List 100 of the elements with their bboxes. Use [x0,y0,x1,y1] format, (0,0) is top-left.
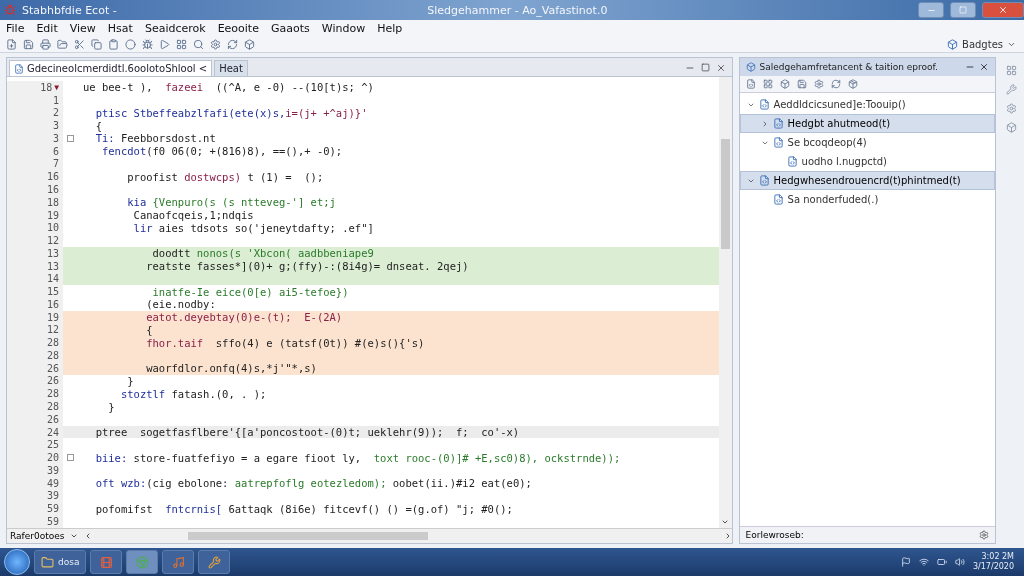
maximize-icon[interactable] [700,63,710,72]
folder-icon[interactable] [57,38,68,50]
code-line: doodtt nonos(s 'Xbcon( aadbbeniape9 [151,247,374,260]
code-line: proofist dostwcps) t (1) = (); [126,170,324,183]
app-icon [4,4,16,16]
battery-icon[interactable] [936,557,947,567]
circle-icon[interactable] [125,38,136,50]
line-number: 14 [46,273,59,285]
fold-icon[interactable] [66,134,74,142]
menu-item[interactable]: Help [377,21,403,35]
close-icon[interactable] [715,63,726,73]
tree-item[interactable]: Aeddldcicsuned]e:Toouip() [739,95,996,114]
search-icon[interactable] [193,38,204,50]
refresh-icon[interactable] [227,38,238,50]
refresh-icon[interactable] [830,79,841,89]
settings-icon[interactable] [979,530,990,540]
file-icon [758,175,770,186]
box-icon[interactable] [244,38,255,50]
box-icon[interactable] [779,79,790,89]
tree-label: Hedgbt ahutmeod(t) [787,118,891,129]
menu-item[interactable]: Seaidcerok [144,21,206,35]
taskbar-button[interactable] [198,550,231,574]
line-number: 18 [40,81,53,93]
line-number: 59 [46,503,59,515]
scrollbar-thumb[interactable] [188,532,429,540]
save-icon[interactable] [796,79,807,89]
grid-icon[interactable] [176,38,187,50]
editor-tab[interactable]: Heat [214,60,248,76]
line-number: 20 [46,452,59,464]
tree-label: uodho l.nugpctd) [801,156,887,167]
breadcrumb-label[interactable]: Rafer0otoes [10,531,65,541]
line-number: 26 [46,362,59,374]
tree-item[interactable]: Hedgbt ahutmeod(t) [739,114,996,133]
panel-title: Saledgehamfretancent & taition eproof. [759,62,938,72]
taskbar-button[interactable]: dosa [34,550,87,574]
file-icon [786,156,798,167]
scroll-down-icon[interactable] [721,518,730,526]
grid-icon[interactable] [1005,65,1017,76]
flag-icon[interactable] [900,557,911,567]
settings-icon[interactable] [1005,103,1017,114]
new-file-icon[interactable] [6,38,17,50]
file-icon[interactable] [745,79,756,89]
film-icon [99,555,113,569]
menu-item[interactable]: File [6,21,25,35]
vertical-scrollbar[interactable] [718,77,732,528]
menu-item[interactable]: Eeooite [217,21,259,35]
line-number: 28 [46,388,59,400]
speaker-icon[interactable] [954,557,965,567]
menu-item[interactable]: Edit [36,21,58,35]
dropdown-icon[interactable] [70,532,79,540]
tree-item[interactable]: Sa nonderfuded(.) [739,190,996,209]
print-icon[interactable] [40,38,51,50]
perspective-button[interactable]: Badgtes [945,38,1018,50]
clock[interactable]: 3:02 2M 3/17/2020 [972,552,1014,572]
menu-item[interactable]: Gaaots [270,21,310,35]
taskbar-button[interactable] [126,550,159,574]
code-line: } [126,375,134,387]
paste-icon[interactable] [108,38,119,50]
marker-icon: ▼ [54,82,59,92]
bug-icon[interactable] [142,38,153,50]
file-icon [758,99,770,110]
settings-icon[interactable] [210,38,221,50]
close-icon[interactable] [979,62,990,72]
line-number: 16 [46,184,59,195]
maximize-button[interactable] [950,2,976,18]
editor-tab[interactable]: Gdecineolcmerdidtl.6oolotoShlool < [9,60,213,76]
tree-label: Aeddldcicsuned]e:Toouip() [773,99,906,110]
play-icon[interactable] [159,38,170,50]
menu-item[interactable]: Window [321,21,366,35]
file-icon [772,194,784,205]
line-number: 3 [52,132,59,144]
code-line: reatste fasses*](0)+ g;(ffy)-:(8i4g)= dnseat. 2qej) [145,260,469,273]
settings-icon[interactable] [813,79,824,89]
line-number: 15 [46,286,59,298]
app-title: Stabhbfdie Ecot - [22,3,117,17]
box-icon[interactable] [1005,122,1017,133]
code-line: fencdot(f0 06(0; +(816)8), ==(),+ -0); [100,145,343,158]
wrench-icon[interactable] [1005,84,1017,95]
taskbar-button[interactable] [90,550,123,574]
scrollbar-thumb[interactable] [720,139,730,249]
tree-item[interactable]: Hedgwhesendrouencrd(t)phintmed(t) [739,171,996,190]
save-icon[interactable] [23,38,34,50]
menu-item[interactable]: Hsat [107,21,133,35]
tree-label: Hedgwhesendrouencrd(t)phintmed(t) [773,175,961,186]
tree-item[interactable]: Se bcoqdeop(4) [739,133,996,152]
copy-icon[interactable] [91,38,102,50]
start-button[interactable] [4,549,30,575]
network-icon[interactable] [918,557,929,567]
line-number: 1 [52,94,59,106]
package-icon[interactable] [847,79,858,89]
minimize-button[interactable] [918,2,944,18]
cut-icon[interactable] [74,38,85,50]
maximize-icon [959,6,967,14]
fold-icon[interactable] [66,454,74,462]
tree-item[interactable]: uodho l.nugpctd) [739,152,996,171]
code-line: biie: store-fuatfefiyo = a egare fioot ly, toxt rooc-(0)]# +E,sc0)8), ockstrnde)); [94,451,621,464]
grid-icon[interactable] [762,79,773,89]
menu-item[interactable]: View [69,21,96,35]
folder-icon [41,555,54,569]
taskbar-button[interactable] [162,550,195,574]
